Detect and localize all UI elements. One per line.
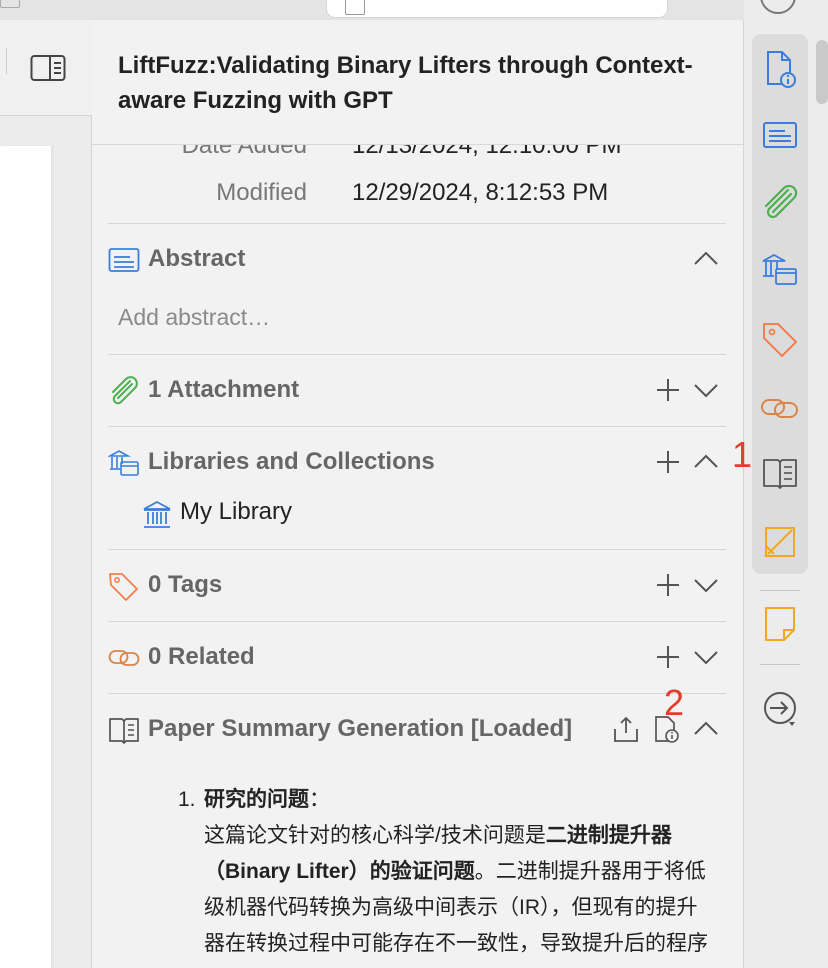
add-related-plus-icon[interactable]: [654, 643, 682, 671]
context-sidebar: [744, 0, 828, 968]
collapse-chevron-up-icon[interactable]: [692, 715, 720, 743]
library-building-icon: [143, 500, 171, 528]
related-link-icon: [108, 650, 140, 666]
sidebar-separator: [760, 664, 800, 665]
summary-item-number: 1.: [178, 788, 196, 811]
reader-toolbar: [0, 20, 92, 116]
section-divider: [108, 693, 726, 694]
annotations-icon[interactable]: [758, 520, 802, 564]
tags-section-header[interactable]: 0 Tags: [108, 569, 726, 603]
question-heading: 研究的问题: [204, 788, 309, 811]
annotation-marker-1: 1: [732, 434, 753, 475]
tab-icon: [0, 0, 20, 8]
modified-row: Modified 12/29/2024, 8:12:53 PM: [108, 179, 725, 213]
annotation-marker-2: 2: [664, 682, 685, 723]
question-colon: ：: [309, 788, 330, 811]
toolbar-separator: [6, 48, 7, 74]
section-divider: [108, 621, 726, 622]
libraries-collections-icon[interactable]: [758, 250, 802, 294]
summary-item-body: 研究的问题： 这篇论文针对的核心科学/技术问题是二进制提升器（Binary Lif…: [204, 782, 718, 968]
abstract-title: Abstract: [148, 245, 246, 272]
open-book-icon: [109, 718, 139, 744]
summary-intro: 这篇论文针对的核心科学/技术问题是: [204, 824, 546, 847]
add-attachment-plus-icon[interactable]: [654, 376, 682, 404]
tag-icon: [109, 573, 138, 601]
tags-icon[interactable]: [758, 318, 802, 362]
section-divider: [108, 223, 726, 224]
modified-label: Modified: [216, 179, 307, 206]
abstract-input[interactable]: Add abstract…: [118, 304, 270, 331]
info-icon[interactable]: [758, 46, 802, 90]
add-to-collection-plus-icon[interactable]: [654, 448, 682, 476]
attachments-section-header[interactable]: 1 Attachment: [108, 374, 726, 408]
abstract-icon: [108, 248, 140, 272]
libraries-collections-icon: [108, 450, 139, 476]
item-pane: LiftFuzz:Validating Binary Lifters throu…: [92, 20, 744, 968]
summary-content: 1. 研究的问题： 这篇论文针对的核心科学/技术问题是二进制提升器（Binary …: [178, 782, 718, 968]
libraries-title: Libraries and Collections: [148, 448, 435, 475]
export-upload-icon[interactable]: [612, 715, 640, 743]
section-divider: [108, 354, 726, 355]
attachment-icon[interactable]: [758, 182, 802, 226]
zotero-window: LiftFuzz:Validating Binary Lifters throu…: [0, 0, 828, 968]
abstract-icon[interactable]: [758, 114, 802, 158]
note-icon[interactable]: [758, 602, 802, 646]
expand-chevron-down-icon[interactable]: [692, 571, 720, 599]
tab-bar: [0, 0, 744, 20]
collapse-chevron-up-icon[interactable]: [692, 245, 720, 273]
section-divider: [108, 426, 726, 427]
toggle-context-pane-icon[interactable]: [30, 54, 66, 82]
header-cover: [92, 124, 743, 145]
sidebar-separator: [760, 590, 800, 591]
modified-value: 12/29/2024, 8:12:53 PM: [352, 179, 609, 206]
item-title[interactable]: LiftFuzz:Validating Binary Lifters throu…: [118, 48, 718, 118]
header-divider-2: [92, 144, 743, 145]
pdf-page[interactable]: [0, 146, 52, 968]
libraries-section-header[interactable]: Libraries and Collections: [108, 446, 726, 480]
paper-summary-icon[interactable]: [758, 452, 802, 496]
abstract-section-header[interactable]: Abstract: [108, 243, 726, 277]
expand-chevron-down-icon[interactable]: [692, 643, 720, 671]
related-title: 0 Related: [148, 643, 255, 670]
related-section-header[interactable]: 0 Related: [108, 641, 726, 675]
summary-section-header[interactable]: Paper Summary Generation [Loaded]: [108, 713, 726, 747]
collapse-chevron-up-icon[interactable]: [692, 448, 720, 476]
attachments-title: 1 Attachment: [148, 376, 300, 403]
library-item-label: My Library: [180, 498, 293, 525]
paperclip-icon: [112, 376, 138, 405]
add-tag-plus-icon[interactable]: [654, 571, 682, 599]
section-divider: [108, 549, 726, 550]
tags-title: 0 Tags: [148, 571, 223, 598]
summary-title: Paper Summary Generation [Loaded]: [148, 715, 573, 742]
expand-chevron-down-icon[interactable]: [692, 376, 720, 404]
document-tab-icon: [345, 0, 365, 15]
reader-tab[interactable]: [326, 0, 668, 18]
locate-icon[interactable]: [758, 686, 802, 730]
related-icon[interactable]: [758, 386, 802, 430]
scrollbar-thumb[interactable]: [816, 40, 828, 104]
